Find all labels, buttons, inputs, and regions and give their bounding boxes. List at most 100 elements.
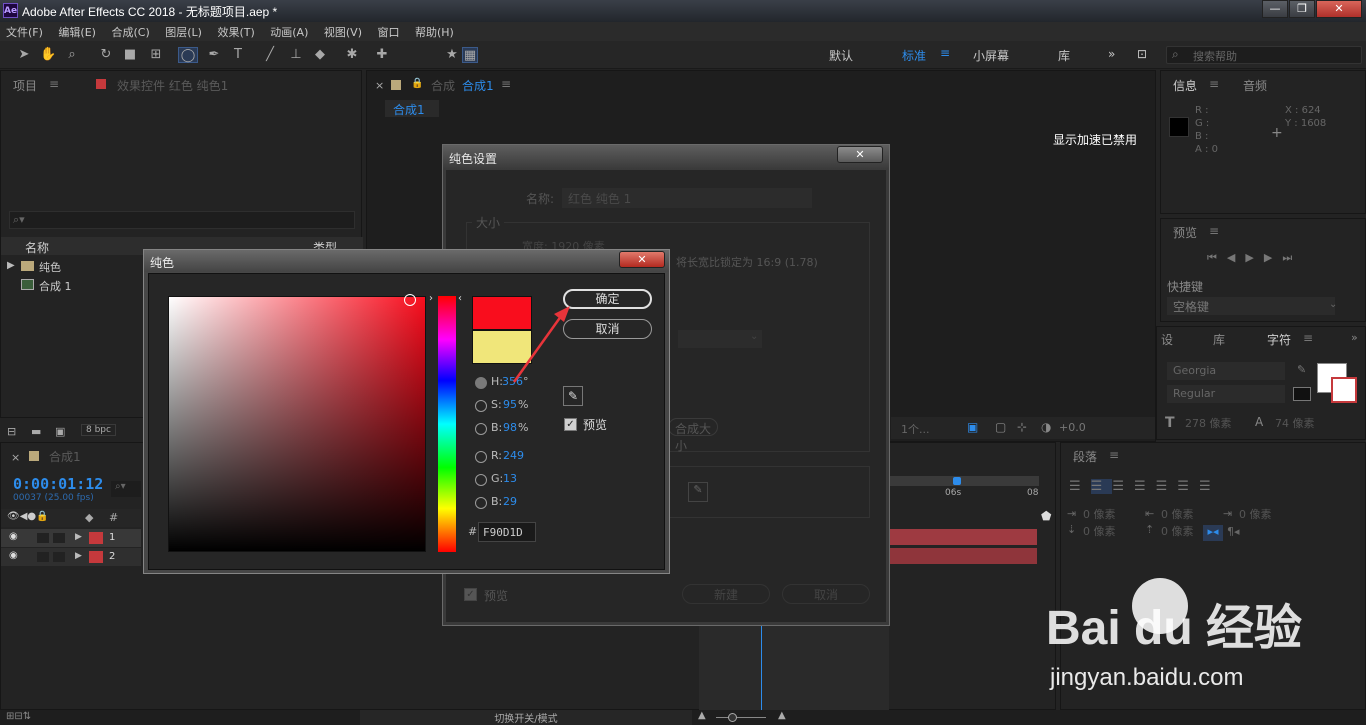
- font-family-select[interactable]: Georgia: [1167, 362, 1285, 380]
- align-right-icon[interactable]: ☰: [1112, 479, 1134, 494]
- label-tag-icon[interactable]: ◆: [85, 511, 93, 524]
- tab-library[interactable]: 库: [1213, 331, 1225, 348]
- pen-tool-icon[interactable]: ✒: [206, 47, 222, 63]
- layer-row[interactable]: ◉ ▶ 2: [1, 548, 141, 566]
- justify-center-icon[interactable]: ☰: [1156, 479, 1178, 494]
- workspace-menu-icon[interactable]: ≡: [940, 46, 950, 60]
- close-dialog-button[interactable]: ✕: [619, 251, 665, 268]
- solo-switch[interactable]: [53, 552, 65, 562]
- comp-tab-name[interactable]: 合成1: [462, 77, 494, 94]
- indent-first-value[interactable]: 0 像素: [1239, 506, 1272, 522]
- more-panels-icon[interactable]: »: [1351, 331, 1358, 344]
- preview-panel-menu-icon[interactable]: ≡: [1209, 224, 1219, 238]
- solo-switch[interactable]: [53, 533, 65, 543]
- minimize-button[interactable]: —: [1262, 0, 1288, 18]
- make-comp-size-button[interactable]: 合成大小: [668, 418, 718, 453]
- saturation-brightness-field[interactable]: [168, 296, 426, 552]
- menu-help[interactable]: 帮助(H): [409, 22, 460, 40]
- tab-audio[interactable]: 音频: [1243, 77, 1267, 94]
- menu-layer[interactable]: 图层(L): [159, 22, 208, 40]
- project-panel-menu-icon[interactable]: ≡: [49, 77, 59, 91]
- workspace-small-screen[interactable]: 小屏幕: [973, 47, 1009, 64]
- first-frame-icon[interactable]: ⏮: [1207, 251, 1227, 264]
- comp-panel-menu-icon[interactable]: ≡: [501, 77, 511, 91]
- work-area-bar[interactable]: [889, 476, 1039, 486]
- visibility-eye-icon[interactable]: ◉: [9, 550, 18, 561]
- fast-preview-icon[interactable]: ▣: [967, 420, 978, 434]
- next-frame-icon[interactable]: ▶: [1264, 251, 1282, 264]
- status-icons[interactable]: ⊞⊟⇅: [6, 711, 31, 722]
- tab-effect-controls[interactable]: 效果控件 红色 纯色1: [117, 77, 228, 94]
- view-count-select[interactable]: 1个...: [901, 421, 930, 437]
- preview-checkbox[interactable]: ✓: [464, 588, 477, 601]
- last-frame-icon[interactable]: ⏭: [1282, 251, 1302, 264]
- brightness-radio[interactable]: [475, 423, 487, 435]
- project-item-comp[interactable]: 合成 1: [39, 278, 72, 294]
- layer-label-swatch[interactable]: [89, 532, 103, 544]
- pan-behind-tool-icon[interactable]: ⊞: [148, 47, 164, 63]
- audio-switch[interactable]: [37, 533, 49, 543]
- close-tab-icon[interactable]: ×: [375, 79, 384, 92]
- zoom-slider-handle[interactable]: [728, 713, 737, 722]
- shortcut-select[interactable]: 空格键: [1167, 297, 1335, 315]
- expand-folder-icon[interactable]: ▶: [7, 260, 15, 271]
- red-radio[interactable]: [475, 451, 487, 463]
- snapping-icon[interactable]: ▦: [462, 47, 478, 63]
- new-button[interactable]: 新建: [682, 584, 770, 604]
- current-time-indicator[interactable]: [761, 625, 762, 711]
- hue-slider[interactable]: [438, 296, 456, 552]
- eyedropper-icon[interactable]: ✎: [688, 482, 708, 502]
- brush-tool-icon[interactable]: ╱: [262, 47, 278, 63]
- space-after-value[interactable]: 0 像素: [1161, 523, 1194, 539]
- preview-checkbox[interactable]: ✓: [564, 418, 577, 431]
- tab-project[interactable]: 项目: [13, 77, 37, 94]
- workspace-library[interactable]: 库: [1058, 47, 1070, 64]
- restore-button[interactable]: ❐: [1289, 0, 1315, 18]
- cancel-button[interactable]: 取消: [782, 584, 870, 604]
- zoom-in-icon[interactable]: ▲: [778, 710, 786, 721]
- brightness-value[interactable]: 98: [503, 421, 517, 434]
- current-timecode[interactable]: 0:00:01:12: [13, 475, 103, 493]
- comp-subtab[interactable]: 合成1: [385, 100, 439, 117]
- interpret-footage-icon[interactable]: ⊟: [7, 425, 16, 438]
- expand-layer-icon[interactable]: ▶: [75, 551, 82, 561]
- workspace-standard[interactable]: 标准: [902, 47, 926, 64]
- exposure-icon[interactable]: ◑: [1041, 420, 1051, 434]
- flowchart-icon[interactable]: ⊹: [1017, 420, 1027, 434]
- timeline-search-input[interactable]: ⌕▾: [111, 481, 141, 497]
- prev-frame-icon[interactable]: ◀: [1227, 251, 1245, 264]
- info-panel-menu-icon[interactable]: ≡: [1209, 77, 1219, 91]
- tab-character[interactable]: 字符: [1267, 331, 1291, 348]
- audio-switch[interactable]: [37, 552, 49, 562]
- close-dialog-button[interactable]: ✕: [837, 146, 883, 163]
- exposure-value[interactable]: +0.0: [1059, 421, 1086, 434]
- menu-animation[interactable]: 动画(A): [264, 22, 314, 40]
- justify-all-icon[interactable]: ☰: [1199, 479, 1221, 494]
- search-help-input[interactable]: 搜索帮助: [1166, 46, 1362, 64]
- zoom-out-icon[interactable]: ▲: [698, 710, 706, 721]
- sync-icon[interactable]: ⊡: [1137, 47, 1147, 61]
- menu-edit[interactable]: 编辑(E): [52, 22, 102, 40]
- text-direction-ltr-icon[interactable]: ▸◂: [1203, 525, 1223, 541]
- selection-tool-icon[interactable]: ➤: [16, 47, 32, 63]
- transparency-grid-icon[interactable]: ▢: [995, 420, 1006, 434]
- char-panel-menu-icon[interactable]: ≡: [1303, 331, 1313, 345]
- close-tab-icon[interactable]: ×: [11, 451, 20, 464]
- tab-settings[interactable]: 设: [1161, 331, 1173, 348]
- tab-info[interactable]: 信息: [1173, 77, 1197, 94]
- timeline-tab-name[interactable]: 合成1: [49, 448, 81, 465]
- green-radio[interactable]: [475, 474, 487, 486]
- menu-composition[interactable]: 合成(C): [105, 22, 155, 40]
- hue-radio[interactable]: [475, 377, 487, 389]
- justify-right-icon[interactable]: ☰: [1177, 479, 1199, 494]
- tab-preview[interactable]: 预览: [1173, 224, 1197, 241]
- saturation-value[interactable]: 95: [503, 398, 517, 411]
- clone-stamp-tool-icon[interactable]: ⊥: [288, 47, 304, 63]
- hex-input[interactable]: F90D1D: [478, 522, 536, 542]
- space-before-value[interactable]: 0 像素: [1083, 523, 1116, 539]
- solid-name-field[interactable]: 红色 纯色 1: [562, 188, 812, 208]
- layer-row[interactable]: ◉ ▶ 1: [1, 529, 141, 547]
- zoom-slider[interactable]: [716, 717, 766, 718]
- menu-window[interactable]: 窗口: [371, 22, 405, 40]
- blue-radio[interactable]: [475, 497, 487, 509]
